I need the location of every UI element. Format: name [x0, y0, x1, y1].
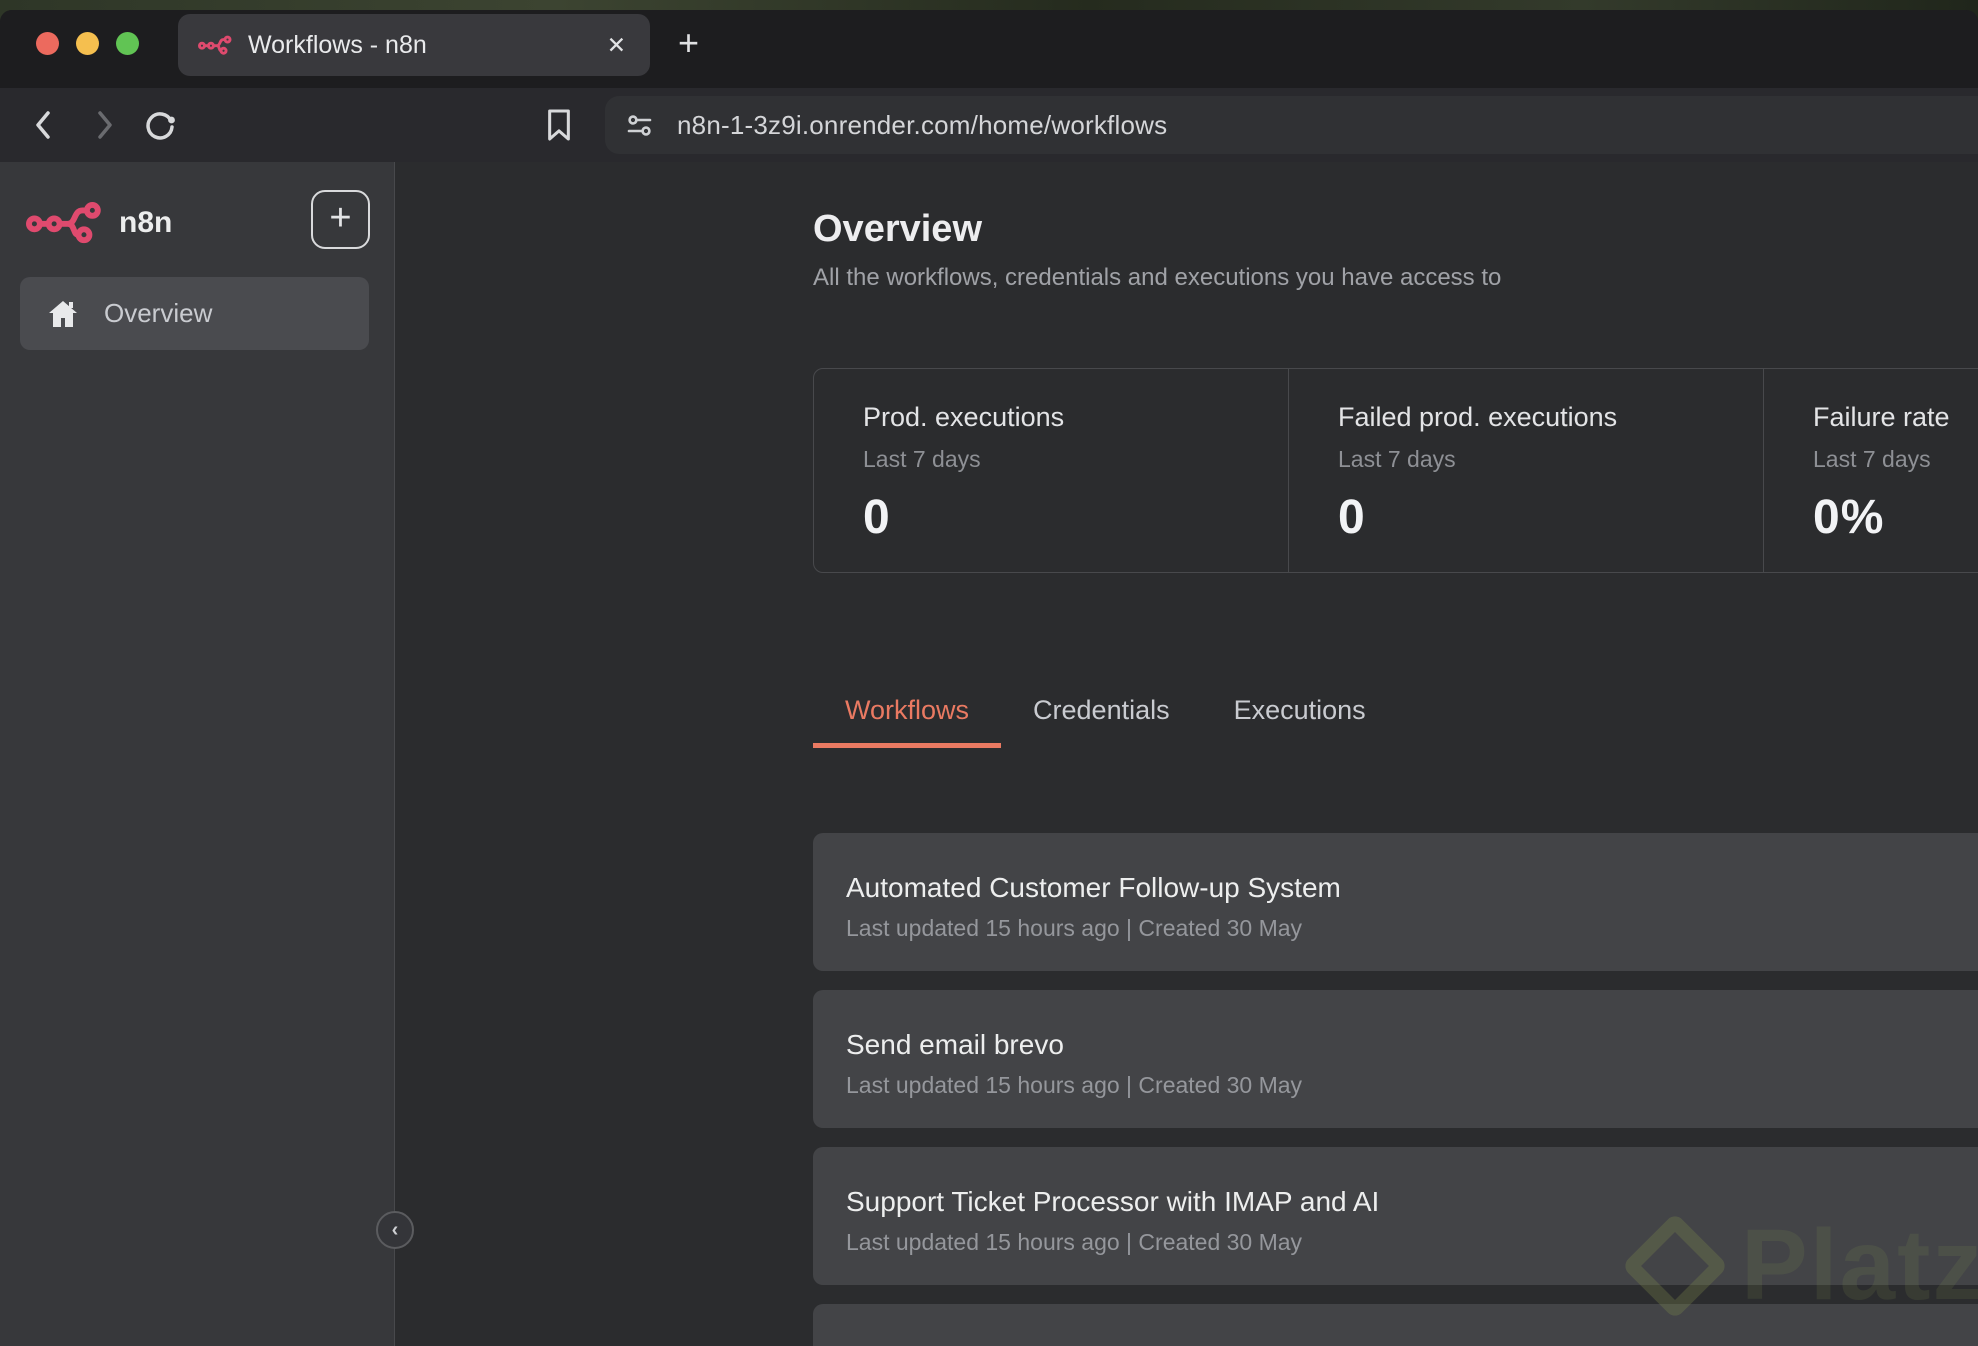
- workflow-card[interactable]: Automated Customer Follow-up System Last…: [813, 833, 1978, 971]
- stats-summary: Prod. executions Last 7 days 0 Failed pr…: [813, 368, 1978, 573]
- sidebar: n8n + Overview: [0, 162, 395, 1346]
- close-tab-icon[interactable]: ✕: [607, 32, 626, 59]
- url-text[interactable]: n8n-1-3z9i.onrender.com/home/workflows: [677, 110, 1167, 141]
- stat-value: 0%: [1813, 490, 1978, 545]
- maximize-window-button[interactable]: [116, 32, 139, 55]
- workflow-title: Support Ticket Processor with IMAP and A…: [846, 1187, 1978, 1218]
- stat-card-failed-executions: Failed prod. executions Last 7 days 0: [1288, 369, 1763, 572]
- new-tab-button[interactable]: +: [678, 22, 699, 64]
- collapse-sidebar-button[interactable]: ‹: [376, 1211, 414, 1249]
- stat-title: Prod. executions: [863, 402, 1288, 433]
- navigation-bar: n8n-1-3z9i.onrender.com/home/workflows: [0, 88, 1978, 162]
- sidebar-item-overview[interactable]: Overview: [20, 277, 369, 350]
- sidebar-item-label: Overview: [104, 298, 212, 329]
- site-settings-icon[interactable]: [626, 112, 653, 139]
- workflow-card[interactable]: Form testing: [813, 1304, 1978, 1346]
- page-subtitle: All the workflows, credentials and execu…: [813, 264, 1501, 292]
- workflow-card[interactable]: Send email brevo Last updated 15 hours a…: [813, 990, 1978, 1128]
- n8n-favicon-icon: [198, 33, 234, 57]
- workflow-title: Automated Customer Follow-up System: [846, 873, 1978, 904]
- stat-card-prod-executions: Prod. executions Last 7 days 0: [814, 369, 1288, 572]
- workflow-meta: Last updated 15 hours ago | Created 30 M…: [846, 1072, 1978, 1099]
- plus-icon: +: [329, 199, 351, 237]
- stat-period: Last 7 days: [863, 446, 1288, 473]
- address-bar[interactable]: n8n-1-3z9i.onrender.com/home/workflows: [605, 96, 1978, 154]
- tab-bar: Workflows - n8n ✕ +: [0, 10, 1978, 88]
- app-content: n8n + Overview ‹ Overview All the workfl…: [0, 162, 1978, 1346]
- stat-card-failure-rate: Failure rate Last 7 days 0%: [1763, 369, 1978, 572]
- tab-workflows[interactable]: Workflows: [813, 677, 1001, 748]
- close-window-button[interactable]: [36, 32, 59, 55]
- stat-period: Last 7 days: [1813, 446, 1978, 473]
- back-button[interactable]: [26, 107, 62, 143]
- workflow-meta: Last updated 15 hours ago | Created 30 M…: [846, 915, 1978, 942]
- main-panel: Overview All the workflows, credentials …: [395, 162, 1978, 1346]
- forward-button[interactable]: [86, 107, 122, 143]
- stat-period: Last 7 days: [1338, 446, 1763, 473]
- workflow-title: Send email brevo: [846, 1030, 1978, 1061]
- tab-credentials[interactable]: Credentials: [1001, 677, 1202, 748]
- stat-value: 0: [863, 490, 1288, 545]
- add-workflow-button[interactable]: +: [311, 190, 370, 249]
- browser-tab[interactable]: Workflows - n8n ✕: [178, 14, 650, 76]
- workflow-list: Automated Customer Follow-up System Last…: [813, 833, 1978, 1346]
- browser-window: Workflows - n8n ✕ + n8n-1-3z9i.onre: [0, 10, 1978, 1346]
- bookmark-icon[interactable]: [545, 107, 573, 143]
- stat-title: Failed prod. executions: [1338, 402, 1763, 433]
- stat-value: 0: [1338, 490, 1763, 545]
- tab-title: Workflows - n8n: [248, 31, 607, 60]
- home-icon: [47, 299, 79, 329]
- minimize-window-button[interactable]: [76, 32, 99, 55]
- workflow-meta: Last updated 15 hours ago | Created 30 M…: [846, 1229, 1978, 1256]
- tab-executions[interactable]: Executions: [1202, 677, 1398, 748]
- reload-button[interactable]: [142, 107, 178, 143]
- page-title: Overview: [813, 208, 982, 251]
- workflow-card[interactable]: Support Ticket Processor with IMAP and A…: [813, 1147, 1978, 1285]
- chevron-left-icon: ‹: [392, 1219, 399, 1242]
- stat-title: Failure rate: [1813, 402, 1978, 433]
- brand-name: n8n: [119, 206, 172, 240]
- n8n-logo-icon: [26, 202, 110, 244]
- content-tabs: Workflows Credentials Executions: [813, 677, 1398, 748]
